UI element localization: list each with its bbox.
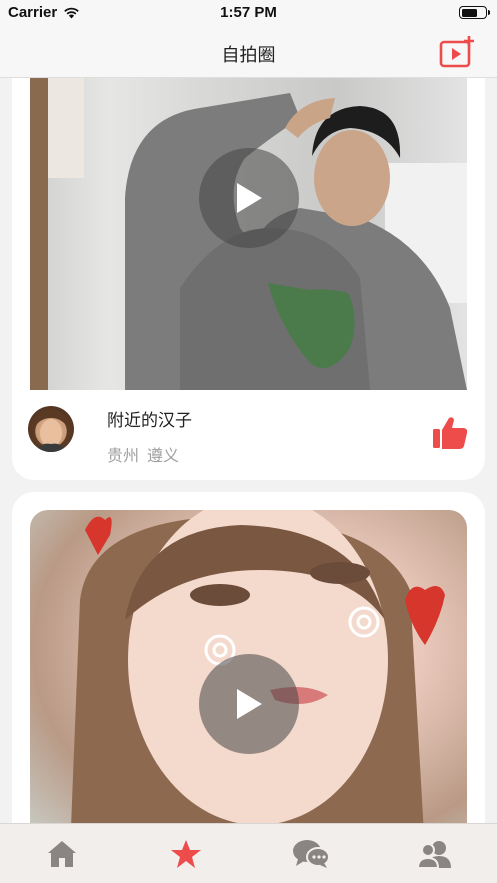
location-province: 贵州 <box>107 448 140 465</box>
play-button[interactable] <box>198 654 299 754</box>
video-thumbnail[interactable] <box>30 78 467 390</box>
star-icon <box>171 839 202 868</box>
page-title: 自拍圈 <box>221 45 276 65</box>
nav-bar: 自拍圈 <box>0 26 497 78</box>
clock: 1:57 PM <box>220 4 277 21</box>
tab-bar <box>0 823 497 883</box>
home-icon <box>48 840 77 867</box>
location-city: 遵义 <box>147 448 180 465</box>
author-location: 贵州 遵义 <box>107 442 179 466</box>
avatar-image <box>34 410 68 452</box>
author-name: 附近的汉子 <box>107 411 192 430</box>
tab-contacts[interactable] <box>373 824 497 883</box>
post-card[interactable]: 附近的汉子 贵州 遵义 <box>12 78 485 480</box>
tab-chat[interactable] <box>249 824 373 883</box>
play-icon <box>236 689 262 719</box>
status-bar: Carrier 1:57 PM <box>0 0 497 26</box>
add-video-icon[interactable] <box>439 36 475 68</box>
post-card[interactable] <box>12 492 485 823</box>
tab-home[interactable] <box>0 824 124 883</box>
feed[interactable]: 附近的汉子 贵州 遵义 <box>0 78 497 823</box>
contacts-icon <box>416 840 451 869</box>
avatar[interactable] <box>28 406 74 452</box>
battery-icon <box>459 6 490 19</box>
play-button[interactable] <box>198 148 299 248</box>
play-icon <box>236 183 262 213</box>
chat-icon <box>292 839 330 868</box>
video-thumbnail[interactable] <box>30 510 467 823</box>
tab-moments[interactable] <box>124 824 248 883</box>
like-icon[interactable] <box>432 416 468 450</box>
post-author: 附近的汉子 贵州 遵义 <box>28 404 468 466</box>
